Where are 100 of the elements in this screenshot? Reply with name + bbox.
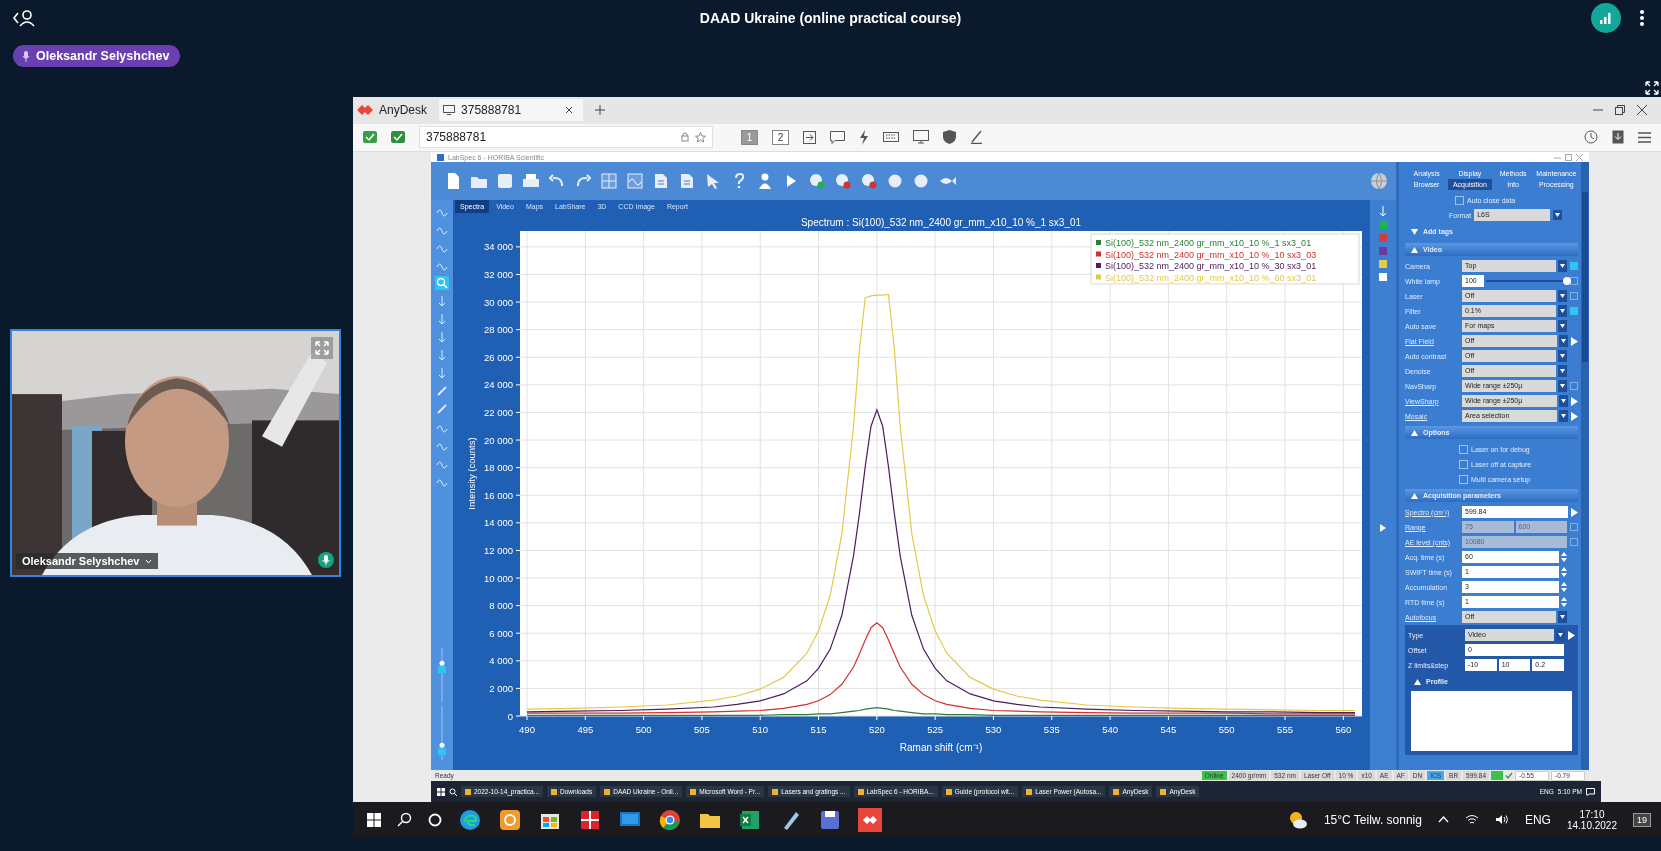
- scroll-arrow-icon[interactable]: [1379, 206, 1387, 216]
- menu-icon[interactable]: [1638, 131, 1651, 143]
- toggle-square[interactable]: [1570, 262, 1578, 270]
- fullscreen-icon[interactable]: [1645, 80, 1659, 95]
- expand-icon: [1411, 228, 1418, 235]
- axis-tick-label: 30 000: [483, 296, 513, 308]
- lightning-icon[interactable]: [859, 129, 869, 145]
- scrollbar[interactable]: [1581, 162, 1589, 770]
- history-icon[interactable]: [1584, 130, 1598, 145]
- star-icon[interactable]: [695, 131, 706, 143]
- signal-icon[interactable]: [1591, 3, 1621, 33]
- transfer-icon[interactable]: [803, 130, 816, 144]
- wave-icon[interactable]: [625, 171, 645, 191]
- clock-time[interactable]: 17:10: [1579, 808, 1605, 820]
- download-icon[interactable]: [1612, 130, 1624, 145]
- color-square-icon[interactable]: [1379, 273, 1387, 281]
- axis-tick-label: 515: [810, 724, 827, 735]
- weather-text[interactable]: 15°C Teilw. sonnig: [1323, 812, 1422, 827]
- close-icon[interactable]: [565, 106, 574, 115]
- globe-icon[interactable]: [1370, 172, 1388, 190]
- save-icon[interactable]: [495, 171, 515, 191]
- collapse-icon: [1414, 678, 1421, 685]
- toggle-square[interactable]: [1570, 292, 1578, 300]
- notification-icon[interactable]: [1586, 787, 1595, 796]
- windows-icon[interactable]: [367, 812, 381, 827]
- legend-label: Si(100)_532 nm_2400 gr_mm_x10_10 %_30 sx3_01: [1105, 261, 1317, 271]
- spin-arrows-icon[interactable]: [1561, 596, 1567, 608]
- axis-tick-label: 555: [1277, 724, 1293, 735]
- session-tab[interactable]: 375888781: [439, 99, 584, 122]
- arrow-right-icon[interactable]: [1571, 507, 1578, 517]
- check-icon[interactable]: [391, 131, 405, 144]
- toggle-square[interactable]: [1570, 277, 1578, 285]
- checkbox[interactable]: [1459, 474, 1468, 484]
- checkbox[interactable]: [1455, 195, 1464, 205]
- expand-icon[interactable]: [311, 337, 333, 359]
- axis-title: Intensity (counts): [466, 437, 477, 510]
- wifi-icon[interactable]: [1464, 814, 1479, 825]
- color-square-icon[interactable]: [1379, 221, 1387, 229]
- grid-icon[interactable]: [599, 171, 619, 191]
- chart-title: Spectrum : Si(100)_532 nm_2400 gr_mm_x10_10 %_1 sx3_01: [800, 217, 1082, 228]
- collapse-icon: [1411, 429, 1418, 436]
- chat-icon[interactable]: [830, 130, 845, 144]
- spin-arrows-icon[interactable]: [1561, 581, 1567, 593]
- arrow-right-icon[interactable]: [1571, 336, 1578, 346]
- close-icon[interactable]: [1637, 105, 1647, 116]
- color-square-icon[interactable]: [1379, 247, 1387, 255]
- axis-tick-label: 560: [1335, 724, 1352, 735]
- chevron-up-icon[interactable]: [1437, 816, 1449, 823]
- sphere-icon[interactable]: [807, 171, 827, 191]
- more-icon[interactable]: [1639, 9, 1645, 27]
- checkbox[interactable]: [1459, 444, 1468, 454]
- color-square-icon[interactable]: [1379, 234, 1387, 242]
- vertical-slider[interactable]: [437, 706, 447, 760]
- toggle-square[interactable]: [1570, 307, 1578, 315]
- axis-tick-label: 0: [507, 710, 513, 722]
- axis-tick-label: 22 000: [483, 406, 513, 418]
- search-icon[interactable]: [449, 787, 457, 796]
- expand-arrow-icon[interactable]: [1380, 524, 1386, 532]
- ring-app-icon[interactable]: [498, 807, 522, 832]
- axis-tick-label: 32 000: [483, 268, 513, 280]
- axis-tick-label: 28 000: [483, 324, 513, 336]
- caret-icon[interactable]: [145, 558, 153, 564]
- axis-tick-label: 550: [1218, 724, 1235, 735]
- toggle-square[interactable]: [1570, 382, 1578, 390]
- legend-label: Si(100)_532 nm_2400 gr_mm_x10_10 %_10 sx3_03: [1105, 249, 1317, 260]
- spin-arrows-icon[interactable]: [1561, 566, 1567, 578]
- app-icon: [437, 153, 444, 161]
- monitor-button[interactable]: 2: [772, 129, 789, 145]
- axis-tick-label: 545: [1160, 724, 1177, 735]
- person-back-icon[interactable]: [12, 8, 38, 28]
- axis-tick-label: 6 000: [489, 627, 513, 639]
- circle-icon[interactable]: [428, 812, 442, 827]
- spin-arrows-icon[interactable]: [1561, 551, 1567, 563]
- keyboard-icon[interactable]: [883, 132, 899, 143]
- color-square-icon[interactable]: [1379, 260, 1387, 268]
- pen-icon[interactable]: [970, 130, 983, 145]
- sphere-icon[interactable]: [833, 171, 853, 191]
- chrome-app-icon[interactable]: [658, 807, 682, 832]
- monitor-icon[interactable]: [913, 130, 929, 145]
- notification-badge[interactable]: 19: [1633, 812, 1651, 827]
- axis-tick-label: 18 000: [483, 462, 513, 474]
- anydesk-app-icon[interactable]: [858, 807, 882, 832]
- dropdown-arrow-icon[interactable]: [1553, 210, 1563, 220]
- language-indicator[interactable]: ENG: [1524, 812, 1551, 827]
- restore-icon[interactable]: [1615, 105, 1625, 116]
- sphere-icon[interactable]: [859, 171, 879, 191]
- windows-icon[interactable]: [437, 787, 445, 796]
- address-field[interactable]: 375888781: [419, 126, 713, 149]
- vertical-slider[interactable]: [437, 648, 447, 702]
- speaker-icon[interactable]: [1494, 814, 1509, 825]
- app-name: AnyDesk: [379, 103, 428, 118]
- clock-date[interactable]: 14.10.2022: [1566, 819, 1617, 831]
- search-icon[interactable]: [397, 812, 412, 827]
- axis-tick-label: 490: [519, 724, 535, 735]
- edge-app-icon[interactable]: [458, 807, 482, 832]
- weather-icon[interactable]: [1287, 810, 1308, 829]
- arrow-right-icon[interactable]: [1568, 630, 1575, 640]
- plus-icon[interactable]: [595, 105, 606, 116]
- presenter-name: Oleksandr Selyshchev: [36, 49, 170, 63]
- checkbox[interactable]: [1459, 459, 1468, 469]
